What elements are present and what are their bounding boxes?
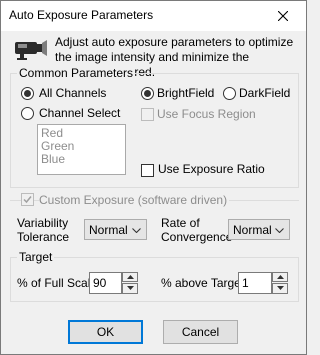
above-target-label: % above Target xyxy=(161,276,245,290)
custom-exposure-checkbox[interactable] xyxy=(21,193,34,206)
spin-down-icon xyxy=(127,286,134,290)
full-scale-down-button[interactable] xyxy=(122,283,138,294)
channel-listbox[interactable]: Red Green Blue xyxy=(37,124,126,175)
full-scale-spinbox[interactable]: 90 xyxy=(89,272,122,294)
target-legend: Target xyxy=(17,250,55,264)
full-scale-value: 90 xyxy=(93,276,107,290)
rate-of-convergence-label: Rate of Convergence xyxy=(161,216,233,244)
brightfield-label[interactable]: BrightField xyxy=(157,86,214,100)
above-target-up-button[interactable] xyxy=(272,272,288,282)
above-target-spinbox[interactable]: 1 xyxy=(238,272,272,294)
rate-of-convergence-select[interactable]: Normal xyxy=(228,219,290,240)
use-focus-region-label[interactable]: Use Focus Region xyxy=(157,107,256,121)
above-target-down-button[interactable] xyxy=(272,283,288,294)
use-focus-region-checkbox[interactable] xyxy=(141,108,154,121)
darkfield-label[interactable]: DarkField xyxy=(239,86,290,100)
auto-exposure-dialog: Auto Exposure Parameters Adjust auto exp… xyxy=(0,0,307,355)
ok-button[interactable]: OK xyxy=(68,320,143,344)
all-channels-label[interactable]: All Channels xyxy=(39,86,106,100)
cancel-button[interactable]: Cancel xyxy=(163,320,238,344)
use-exposure-ratio-checkbox[interactable] xyxy=(141,164,154,177)
brightfield-radio[interactable] xyxy=(141,87,154,100)
check-icon xyxy=(23,196,32,204)
spin-up-icon xyxy=(127,275,134,279)
channel-select-label[interactable]: Channel Select xyxy=(39,106,120,120)
spin-down-icon xyxy=(277,286,284,290)
chevron-down-icon xyxy=(132,228,141,233)
all-channels-radio[interactable] xyxy=(21,87,34,100)
dialog-title: Auto Exposure Parameters xyxy=(9,8,154,22)
darkfield-radio[interactable] xyxy=(223,87,236,100)
full-scale-label: % of Full Scale xyxy=(17,276,98,290)
use-exposure-ratio-label[interactable]: Use Exposure Ratio xyxy=(158,162,265,176)
camera-icon xyxy=(15,40,47,60)
title-bar[interactable]: Auto Exposure Parameters xyxy=(1,1,306,31)
rate-of-convergence-value: Normal xyxy=(233,223,272,237)
common-parameters-legend: Common Parameters xyxy=(17,66,136,80)
close-icon xyxy=(278,11,288,21)
full-scale-up-button[interactable] xyxy=(122,272,138,282)
list-item[interactable]: Blue xyxy=(41,153,122,166)
above-target-value: 1 xyxy=(242,276,249,290)
variability-tolerance-value: Normal xyxy=(89,223,128,237)
spin-up-icon xyxy=(277,275,284,279)
channel-select-radio[interactable] xyxy=(21,107,34,120)
chevron-down-icon xyxy=(275,228,284,233)
variability-tolerance-select[interactable]: Normal xyxy=(84,219,147,240)
variability-tolerance-label: Variability Tolerance xyxy=(17,216,70,244)
custom-exposure-label[interactable]: Custom Exposure (software driven) xyxy=(39,193,230,207)
close-button[interactable] xyxy=(261,1,306,31)
